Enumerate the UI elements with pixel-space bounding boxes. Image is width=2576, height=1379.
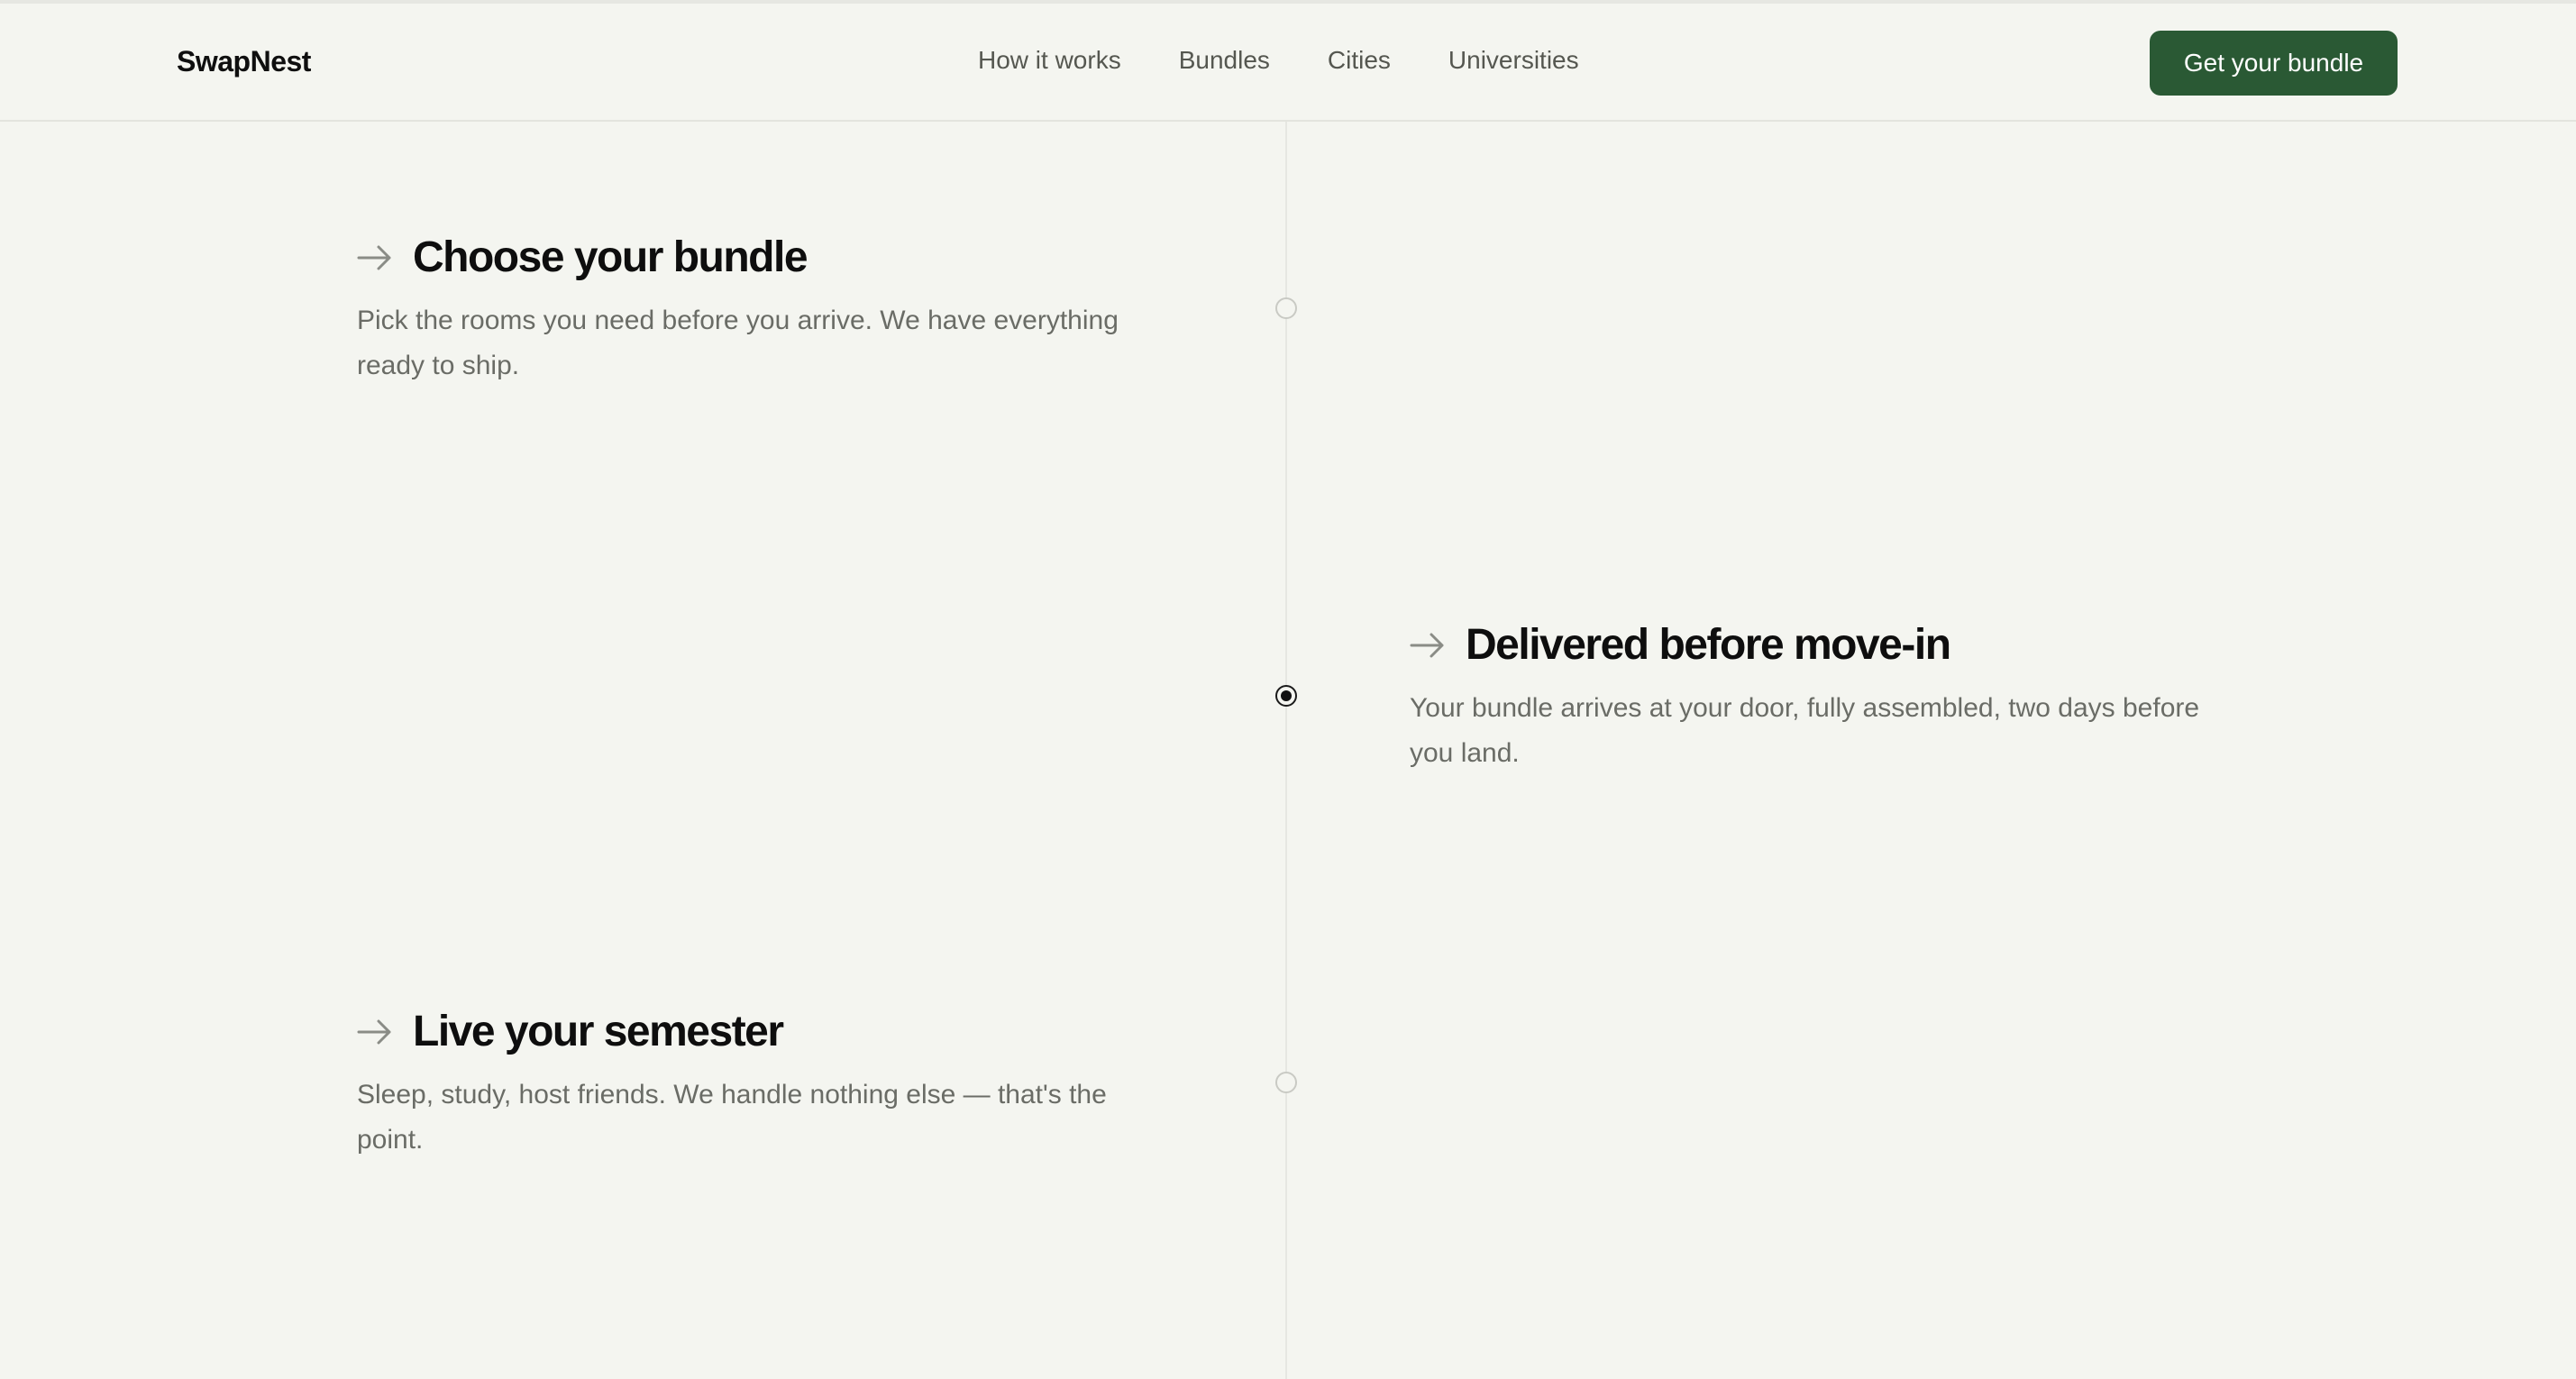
step-description: Your bundle arrives at your door, fully … [1410, 693, 2200, 768]
nav-link-how-it-works[interactable]: How it works [978, 46, 1121, 75]
step-delivered: Delivered before move-in Your bundle arr… [1410, 620, 2221, 776]
step-title: Choose your bundle [413, 233, 808, 281]
nav-link-cities[interactable]: Cities [1328, 46, 1391, 75]
timeline-dot-3 [1275, 1072, 1297, 1093]
step-title: Live your semester [413, 1008, 784, 1055]
site-header: SwapNest How it works Bundles Cities Uni… [0, 4, 2576, 122]
step-header: Live your semester [357, 1007, 1168, 1056]
step-title: Delivered before move-in [1466, 621, 1951, 669]
arrow-right-icon [357, 244, 393, 271]
step-live-semester: Live your semester Sleep, study, host fr… [357, 1007, 1168, 1163]
timeline-dot-2-active [1275, 685, 1297, 707]
timeline-dot-1 [1275, 297, 1297, 319]
main-nav: How it works Bundles Cities Universities [978, 46, 1579, 75]
step-description: Sleep, study, host friends. We handle no… [357, 1080, 1107, 1155]
step-header: Choose your bundle [357, 233, 1168, 282]
step-choose-bundle: Choose your bundle Pick the rooms you ne… [357, 233, 1168, 388]
arrow-right-icon [357, 1018, 393, 1046]
get-bundle-button[interactable]: Get your bundle [2150, 31, 2398, 96]
page: SwapNest How it works Bundles Cities Uni… [0, 0, 2576, 1379]
arrow-right-icon [1410, 632, 1446, 659]
nav-link-bundles[interactable]: Bundles [1179, 46, 1270, 75]
step-description: Pick the rooms you need before you arriv… [357, 306, 1119, 380]
nav-link-universities[interactable]: Universities [1448, 46, 1579, 75]
logo[interactable]: SwapNest [177, 45, 311, 78]
step-header: Delivered before move-in [1410, 620, 2221, 670]
